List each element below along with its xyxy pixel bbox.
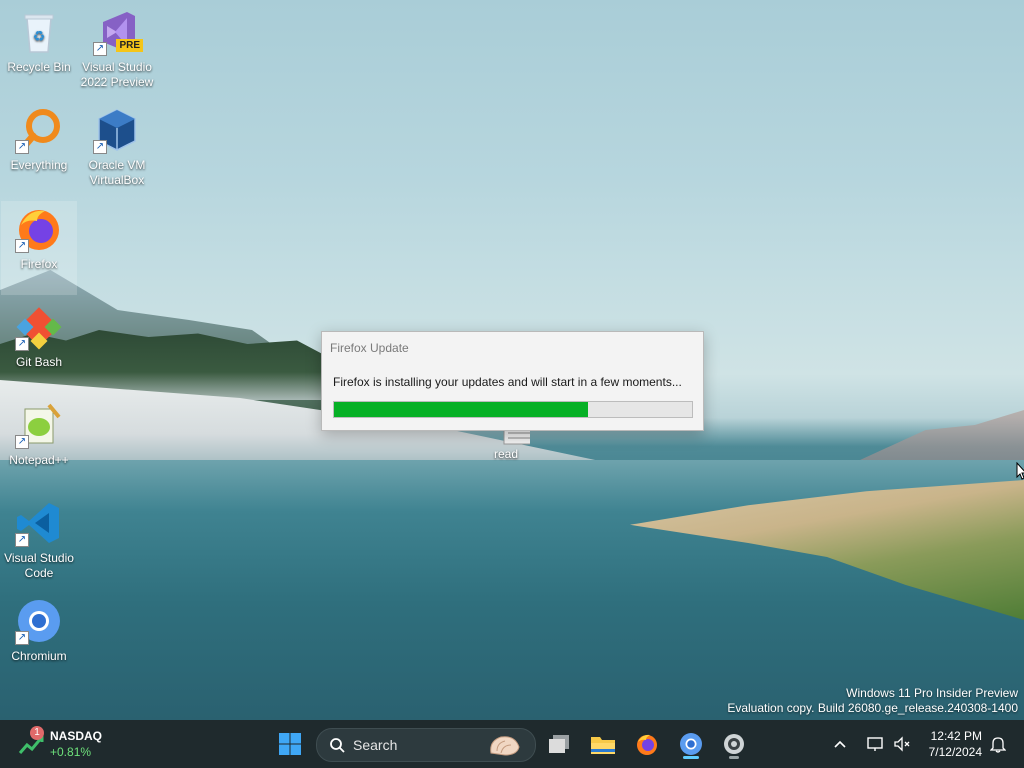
desktop-background: ♻ Recycle Bin PRE ↗ Visual Studio 2022 P… [0, 0, 1024, 720]
notifications-button[interactable] [984, 726, 1012, 762]
git-bash-label: Git Bash [15, 355, 63, 369]
shortcut-arrow-icon: ↗ [15, 533, 29, 547]
visual-studio-icon: PRE ↗ [93, 8, 143, 56]
firefox-update-dialog[interactable]: Firefox Update Firefox is installing you… [321, 331, 704, 431]
shortcut-arrow-icon: ↗ [15, 435, 29, 449]
firefox-taskbar-button[interactable] [629, 726, 665, 762]
dialog-message: Firefox is installing your updates and w… [333, 375, 682, 389]
chevron-up-icon [834, 740, 846, 748]
stock-widget[interactable]: 1 NASDAQ +0.81% [18, 726, 118, 761]
running-indicator [683, 756, 699, 759]
update-progress-bar [333, 401, 693, 418]
taskbar-search-box[interactable]: Search [316, 728, 536, 762]
shortcut-arrow-icon: ↗ [15, 239, 29, 253]
start-button[interactable] [272, 726, 308, 762]
network-status-button[interactable] [862, 726, 890, 762]
git-bash-icon: ↗ [15, 303, 63, 351]
stock-name: NASDAQ [50, 729, 103, 743]
search-label: Search [353, 737, 398, 753]
file-explorer-button[interactable] [585, 726, 621, 762]
desktop-icon-vscode[interactable]: ↗ Visual Studio Code [1, 495, 77, 589]
mountain-right [860, 410, 1024, 460]
search-icon [330, 738, 345, 753]
windows-logo-icon [279, 733, 301, 755]
watermark-edition: Windows 11 Pro Insider Preview [846, 686, 1018, 700]
watermark-build: Evaluation copy. Build 26080.ge_release.… [727, 701, 1018, 715]
network-icon [867, 737, 883, 751]
running-indicator [729, 756, 739, 759]
mouse-cursor-icon [1016, 461, 1024, 485]
desktop-icon-visual-studio-preview[interactable]: PRE ↗ Visual Studio 2022 Preview [79, 4, 155, 98]
desktop-icon-notepad-plus-plus[interactable]: ↗ Notepad++ [1, 397, 77, 491]
chromium-icon [680, 733, 702, 755]
visual-studio-label: Visual Studio 2022 Preview [80, 60, 154, 89]
volume-muted-icon [894, 736, 910, 752]
vscode-label: Visual Studio Code [4, 551, 74, 580]
chromium-taskbar-button[interactable] [673, 726, 709, 762]
desktop-icon-git-bash[interactable]: ↗ Git Bash [1, 299, 77, 393]
shortcut-arrow-icon: ↗ [15, 140, 29, 154]
taskbar: 1 NASDAQ +0.81% Search 12:42 PM 7/12/202… [0, 720, 1024, 768]
windows-watermark: Windows 11 Pro Insider Preview Evaluatio… [727, 686, 1018, 716]
svg-text:♻: ♻ [33, 29, 46, 45]
chromium-label: Chromium [11, 649, 67, 663]
pre-badge: PRE [116, 39, 143, 52]
task-view-button[interactable] [541, 726, 577, 762]
shortcut-arrow-icon: ↗ [93, 42, 107, 56]
system-clock[interactable]: 12:42 PM 7/12/2024 [920, 728, 982, 760]
virtualbox-cube-icon: ↗ [93, 106, 141, 154]
app-taskbar-button[interactable] [716, 726, 752, 762]
bell-icon [990, 737, 1006, 753]
dialog-title: Firefox Update [330, 341, 409, 355]
search-highlight-shell-icon [490, 736, 520, 756]
desktop-icon-virtualbox[interactable]: ↗ Oracle VM VirtualBox [79, 102, 155, 196]
desktop-icon-everything[interactable]: ↗ Everything [1, 102, 77, 196]
everything-label: Everything [10, 158, 68, 172]
desktop-icon-chromium[interactable]: ↗ Chromium [1, 593, 77, 687]
notepad-plus-plus-label: Notepad++ [9, 453, 69, 467]
shortcut-arrow-icon: ↗ [15, 337, 29, 351]
clock-time: 12:42 PM [930, 729, 982, 743]
everything-magnifier-icon: ↗ [15, 106, 63, 154]
recycle-bin-label: Recycle Bin [7, 60, 71, 74]
app-gear-icon [724, 734, 744, 754]
folder-icon [591, 737, 615, 754]
notepad-plus-plus-icon: ↗ [15, 401, 63, 449]
chromium-icon: ↗ [15, 597, 63, 645]
progress-fill [334, 402, 589, 417]
desktop-icon-firefox[interactable]: ↗ Firefox [1, 201, 77, 295]
recycle-bin-icon: ♻ [15, 8, 63, 56]
firefox-icon: ↗ [15, 205, 63, 253]
shortcut-arrow-icon: ↗ [93, 140, 107, 154]
firefox-label: Firefox [20, 257, 58, 271]
firefox-icon [637, 734, 657, 755]
vscode-icon: ↗ [15, 499, 63, 547]
show-hidden-icons-button[interactable] [826, 726, 854, 762]
notification-badge: 1 [30, 726, 44, 740]
clock-date: 7/12/2024 [928, 745, 982, 759]
read-label: read [493, 447, 519, 461]
shortcut-arrow-icon: ↗ [15, 631, 29, 645]
virtualbox-label: Oracle VM VirtualBox [88, 158, 146, 187]
desktop-icon-recycle-bin[interactable]: ♻ Recycle Bin [1, 4, 77, 98]
stock-change: +0.81% [50, 745, 92, 759]
volume-button[interactable] [888, 726, 916, 762]
task-view-icon [549, 735, 569, 753]
